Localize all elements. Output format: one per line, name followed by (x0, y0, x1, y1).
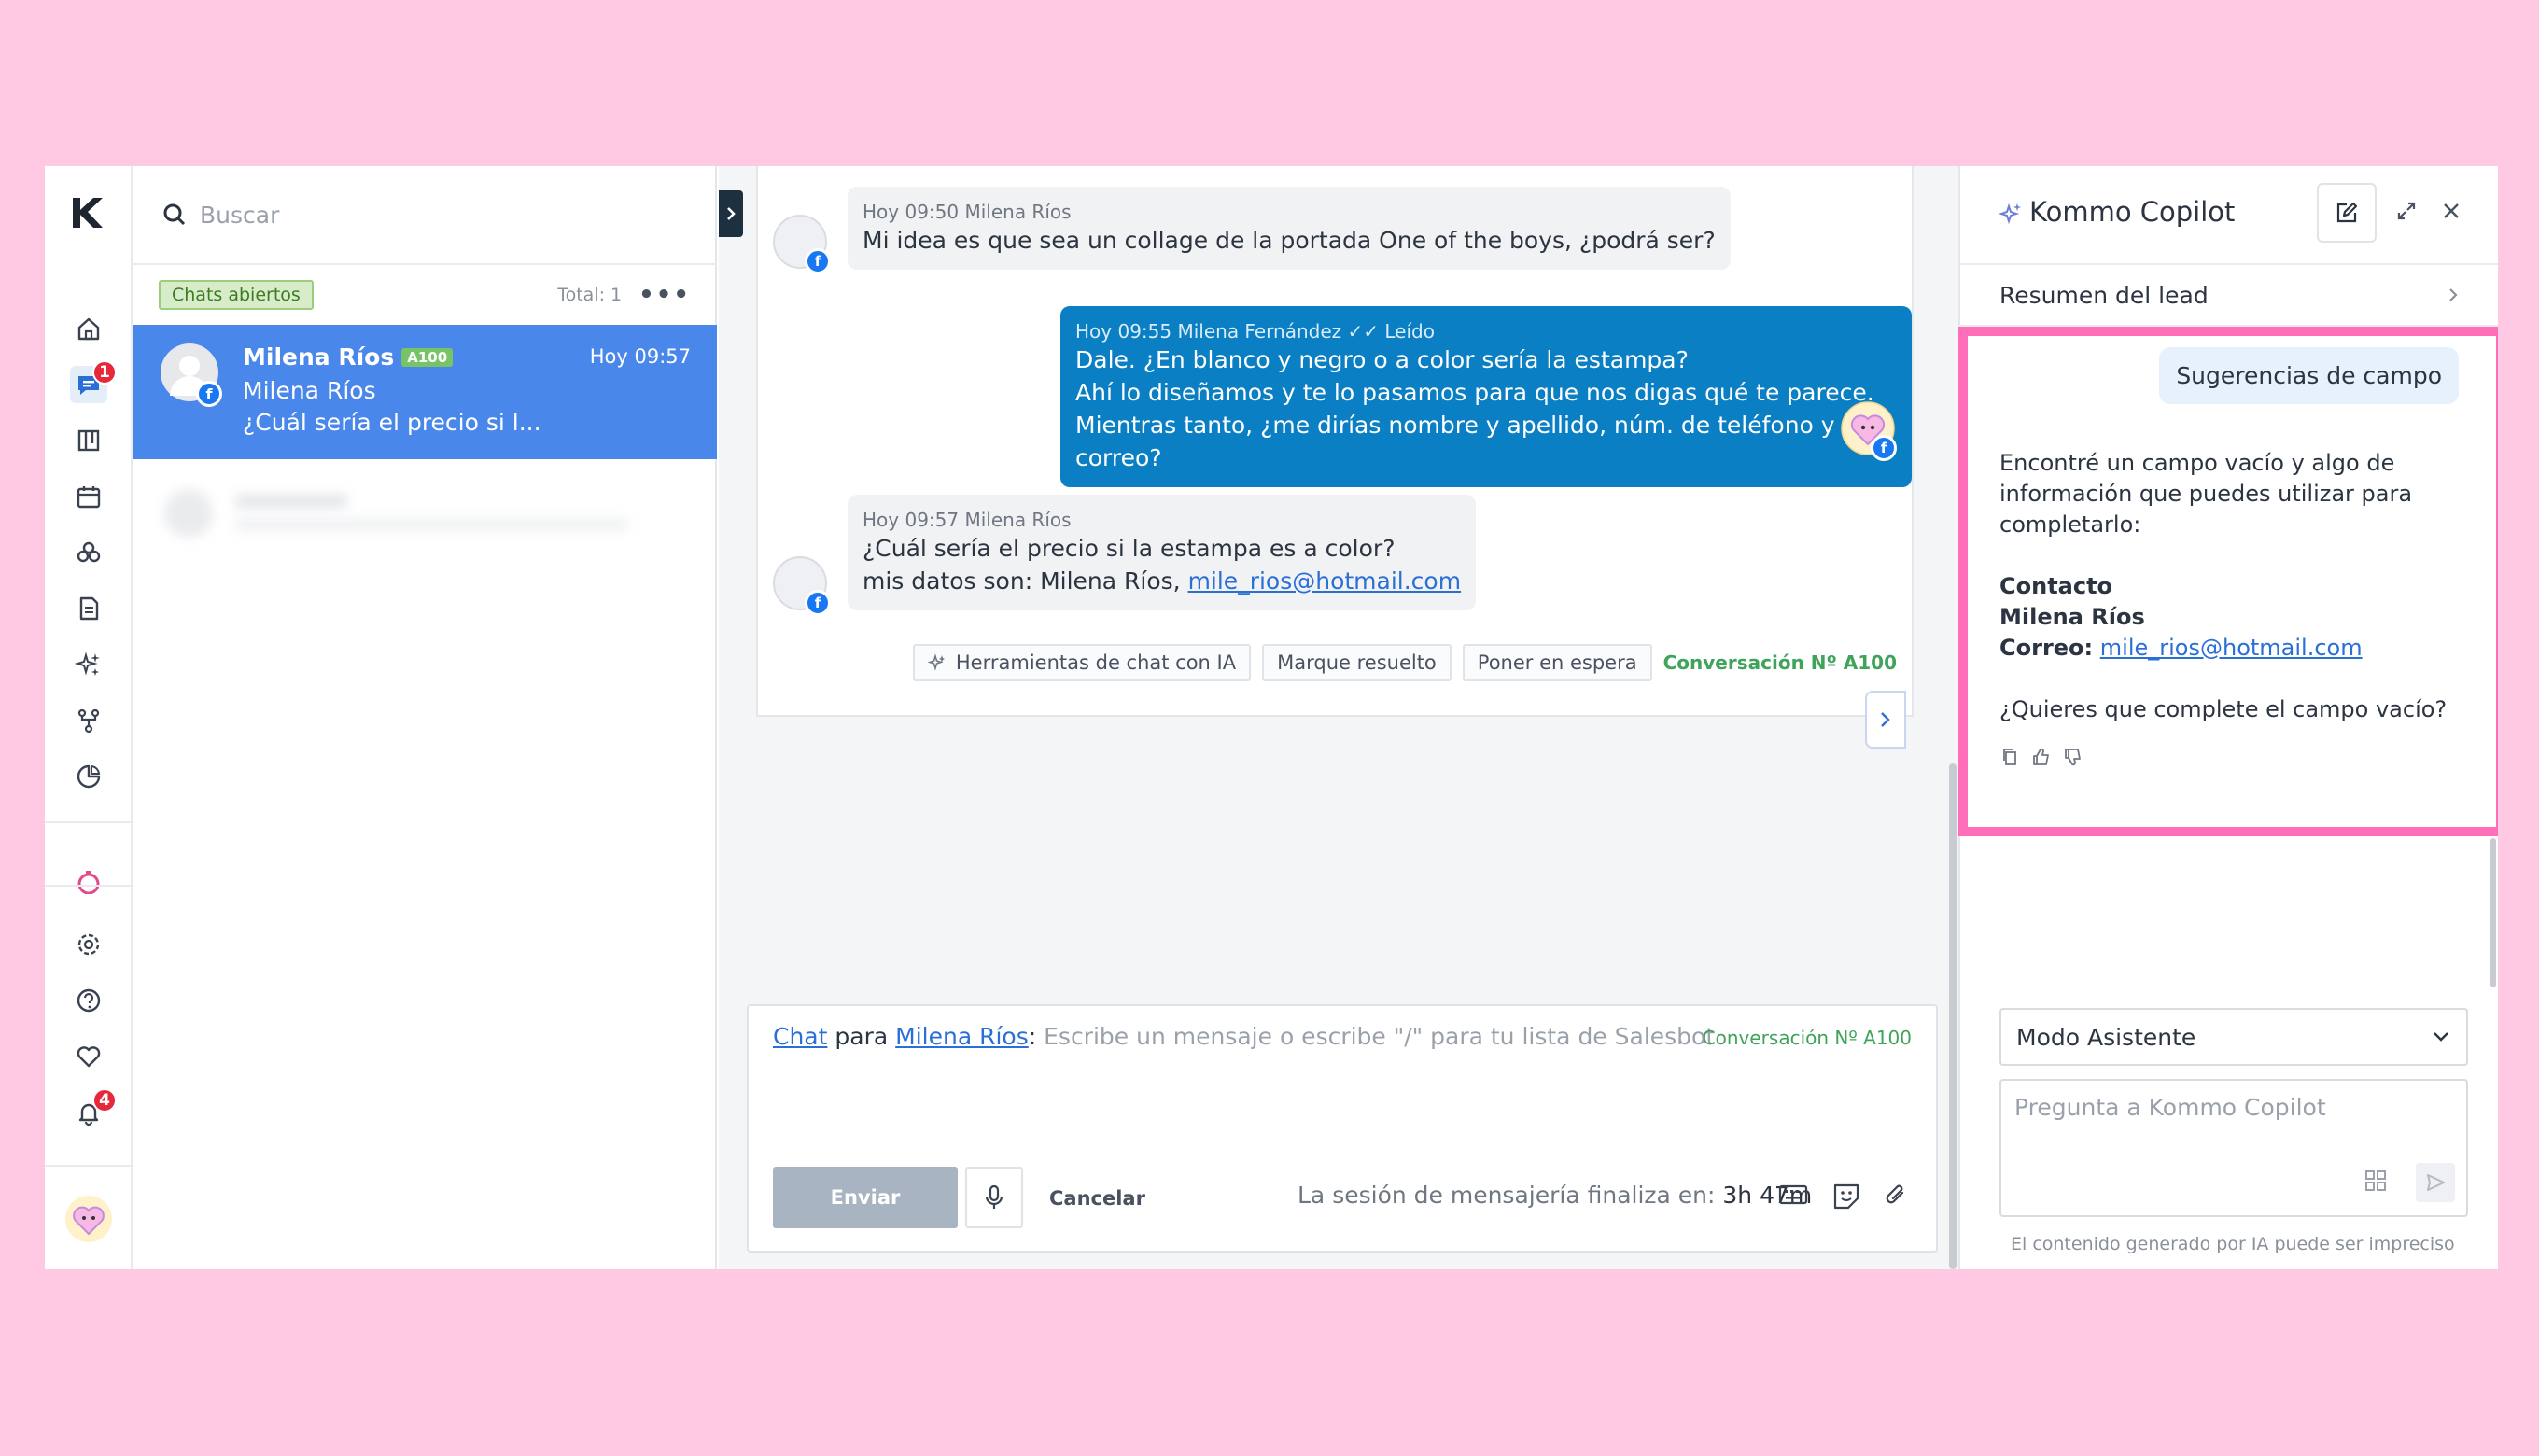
mode-select[interactable]: Modo Asistente (1999, 1008, 2468, 1066)
keyboard-icon[interactable] (1777, 1182, 1809, 1208)
app-window: 1 4 Buscar Chats abiertos Total: 1 ••• f… (45, 166, 2498, 1269)
message-text: Mi idea es que sea un collage de la port… (863, 227, 1716, 254)
ai-disclaimer: El contenido generado por IA puede ser i… (2011, 1234, 2455, 1254)
calendar-icon[interactable] (70, 478, 107, 515)
pipeline-icon[interactable] (70, 422, 107, 459)
message-text: mis datos son: Milena Ríos, (863, 567, 1181, 595)
composer-conversation-number: Conversación Nº A100 (1702, 1027, 1912, 1049)
close-icon[interactable] (2438, 198, 2464, 224)
message-composer[interactable]: Chat para Milena Ríos: Escribe un mensaj… (747, 1004, 1938, 1253)
copilot-header: Kommo Copilot (1960, 166, 2498, 265)
conversation-number[interactable]: Conversación Nº A100 (1663, 651, 1897, 674)
ai-tools-button[interactable]: Herramientas de chat con IA (912, 644, 1252, 681)
left-rail: 1 4 (45, 166, 133, 1269)
timer-icon[interactable] (70, 868, 107, 894)
heart-icon[interactable] (70, 1038, 107, 1075)
kommo-logo[interactable] (67, 194, 108, 231)
automation-icon[interactable] (70, 702, 107, 739)
mode-select-value: Modo Asistente (2016, 1023, 2196, 1051)
conversation-actions: Herramientas de chat con IA Marque resue… (912, 644, 1897, 681)
chat-preview: ¿Cuál sería el precio si l... (243, 409, 541, 436)
lead-summary-row[interactable]: Resumen del lead (1960, 265, 2498, 327)
email-link[interactable]: mile_rios@hotmail.com (1188, 567, 1462, 595)
message-meta: Hoy 09:57 Milena Ríos (863, 509, 1072, 531)
lead-tag: A100 (401, 348, 454, 367)
chats-badge: 1 (92, 360, 117, 385)
recipient-link[interactable]: Milena Ríos (895, 1023, 1029, 1050)
outgoing-message: Hoy 09:55 Milena Fernández ✓✓ Leído Dale… (1060, 306, 1912, 487)
session-timer: La sesión de mensajería finaliza en: 3h … (1298, 1182, 1813, 1209)
send-icon[interactable] (2416, 1163, 2455, 1202)
prompts-grid-icon[interactable] (2364, 1169, 2388, 1193)
notifications-badge: 4 (92, 1088, 117, 1113)
microphone-icon[interactable] (965, 1167, 1023, 1228)
new-chat-edit-icon[interactable] (2317, 183, 2377, 243)
ai-sparkle-icon[interactable] (70, 646, 107, 683)
incoming-message: Hoy 09:50 Milena Ríos Mi idea es que sea… (848, 187, 1731, 270)
sticker-icon[interactable] (1831, 1182, 1861, 1210)
message-line: Dale. ¿En blanco y negro o a color sería… (1075, 346, 1689, 373)
hold-button[interactable]: Poner en espera (1462, 644, 1652, 681)
mark-resolved-button[interactable]: Marque resuelto (1262, 644, 1452, 681)
read-status: Leído (1384, 320, 1435, 343)
chat-contact-name: Milena Ríos A100 (243, 343, 454, 371)
facebook-icon: f (805, 248, 831, 274)
copilot-sparkle-icon (1999, 202, 2024, 226)
bell-icon[interactable]: 4 (70, 1088, 117, 1131)
channel-link[interactable]: Chat (773, 1023, 827, 1050)
highlight-box (1958, 327, 2498, 836)
copilot-scrollbar[interactable] (2490, 838, 2496, 987)
send-button[interactable]: Enviar (773, 1167, 958, 1228)
read-check-icon: ✓✓ (1347, 320, 1379, 343)
chat-subtitle: Milena Ríos (243, 377, 376, 404)
stats-icon[interactable] (70, 758, 107, 795)
open-chats-filter[interactable]: Chats abiertos (159, 280, 314, 310)
toggle-copilot-button[interactable] (1865, 691, 1906, 749)
copilot-panel: Kommo Copilot Resumen del lead Sugerenci… (1958, 166, 2498, 1269)
chat-list-panel: Buscar Chats abiertos Total: 1 ••• f Mil… (133, 166, 717, 1269)
message-text: ¿Cuál sería el precio si la estampa es a… (863, 535, 1396, 562)
search-bar[interactable]: Buscar (133, 166, 717, 265)
copilot-title: Kommo Copilot (2029, 196, 2236, 228)
collapse-list-button[interactable] (719, 190, 743, 237)
messages-panel: f Hoy 09:50 Milena Ríos Mi idea es que s… (756, 166, 1914, 717)
facebook-icon: f (196, 381, 222, 407)
incoming-message: Hoy 09:57 Milena Ríos ¿Cuál sería el pre… (848, 495, 1477, 610)
user-avatar[interactable] (64, 1195, 113, 1243)
chats-icon[interactable]: 1 (70, 360, 117, 403)
total-count: Total: 1 (557, 285, 623, 305)
facebook-icon: f (1871, 435, 1897, 461)
settings-icon[interactable] (70, 926, 107, 963)
message-meta: Hoy 09:50 Milena Ríos (863, 201, 1072, 223)
filter-bar: Chats abiertos Total: 1 ••• (133, 265, 717, 325)
message-line: Ahí lo diseñamos y te lo pasamos para qu… (1075, 379, 1874, 406)
copilot-ask-input[interactable]: Pregunta a Kommo Copilot (1999, 1079, 2468, 1217)
chevron-right-icon (1881, 712, 1890, 727)
contacts-icon[interactable] (70, 534, 107, 571)
home-icon[interactable] (70, 310, 107, 347)
conversation-area: f Hoy 09:50 Milena Ríos Mi idea es que s… (719, 166, 1958, 1269)
documents-icon[interactable] (70, 590, 107, 627)
sparkle-icon (927, 653, 945, 671)
composer-input[interactable]: Chat para Milena Ríos: Escribe un mensaj… (773, 1023, 1715, 1050)
blurred-chat-item (161, 485, 683, 541)
chat-time: Hoy 09:57 (589, 345, 691, 368)
lead-summary-label: Resumen del lead (1999, 281, 2209, 309)
chevron-down-icon (2434, 1032, 2448, 1042)
more-options-icon[interactable]: ••• (638, 283, 691, 307)
message-meta: Hoy 09:55 Milena Fernández ✓✓ Leído (1075, 320, 1435, 343)
message-line: Mientras tanto, ¿me dirías nombre y apel… (1075, 412, 1835, 471)
chevron-right-icon (2449, 288, 2458, 301)
search-input[interactable]: Buscar (200, 202, 279, 229)
ask-placeholder: Pregunta a Kommo Copilot (2014, 1094, 2326, 1121)
composer-placeholder: Escribe un mensaje o escribe "/" para tu… (1044, 1023, 1716, 1050)
facebook-icon: f (805, 590, 831, 616)
search-icon (161, 201, 189, 229)
expand-icon[interactable] (2393, 198, 2420, 224)
help-icon[interactable] (70, 982, 107, 1019)
cancel-button[interactable]: Cancelar (1049, 1187, 1145, 1210)
chat-list-item[interactable]: f Milena Ríos A100 Hoy 09:57 Milena Ríos … (133, 325, 717, 459)
conversation-scrollbar[interactable] (1949, 763, 1957, 1269)
attachment-icon[interactable] (1882, 1182, 1910, 1210)
